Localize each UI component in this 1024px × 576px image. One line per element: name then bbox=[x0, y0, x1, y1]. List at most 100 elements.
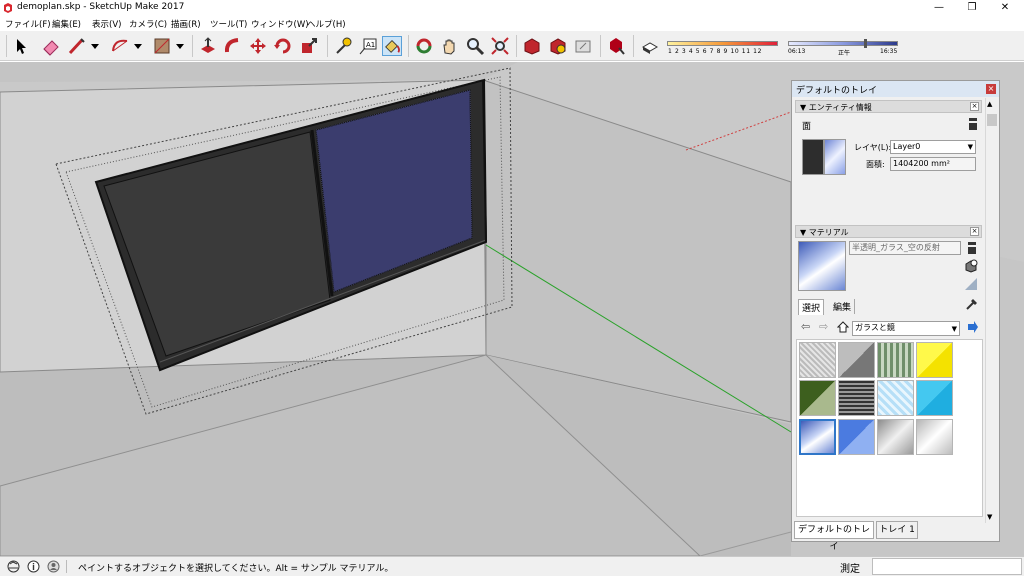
menu-help[interactable]: ヘルプ(H) bbox=[307, 18, 346, 30]
material-swatch[interactable] bbox=[877, 380, 914, 416]
minimize-button[interactable]: — bbox=[922, 0, 956, 16]
materials-header[interactable]: ▼ マテリアル × bbox=[795, 225, 982, 238]
line-dropdown-icon[interactable] bbox=[89, 36, 101, 56]
window-title: demoplan.skp - SketchUp Make 2017 bbox=[17, 2, 185, 12]
material-swatch[interactable] bbox=[877, 342, 914, 378]
material-swatch[interactable] bbox=[838, 342, 875, 378]
material-swatch-selected[interactable] bbox=[799, 419, 836, 455]
move-tool-icon[interactable] bbox=[248, 36, 268, 56]
status-message: ペイントするオブジェクトを選択してください。Alt = サンプル マテリアル。 bbox=[78, 564, 394, 574]
scale-tool-icon[interactable] bbox=[299, 36, 319, 56]
geolocation-icon[interactable] bbox=[7, 560, 20, 573]
detail-toggle-icon[interactable] bbox=[968, 118, 978, 130]
extension-warehouse-icon[interactable] bbox=[548, 36, 568, 56]
back-icon[interactable]: ⇦ bbox=[801, 320, 810, 333]
share-model-icon[interactable] bbox=[573, 36, 593, 56]
layer-select[interactable]: Layer0 ▼ bbox=[890, 140, 976, 154]
month-label: 10 bbox=[730, 48, 740, 55]
text-tool-icon[interactable]: A1 bbox=[358, 36, 378, 56]
maximize-button[interactable]: ❐ bbox=[955, 0, 989, 16]
material-swatch[interactable] bbox=[916, 419, 953, 455]
menu-tools[interactable]: ツール(T) bbox=[210, 18, 247, 30]
user-icon[interactable] bbox=[47, 560, 60, 573]
detail-toggle-icon[interactable] bbox=[966, 242, 978, 254]
rotate-tool-icon[interactable] bbox=[273, 36, 293, 56]
paint-bucket-tool-icon[interactable] bbox=[382, 36, 402, 56]
scroll-down-icon[interactable]: ▼ bbox=[987, 513, 992, 521]
material-swatch[interactable] bbox=[799, 342, 836, 378]
arc-tool-icon[interactable] bbox=[110, 36, 130, 56]
details-arrow-icon[interactable] bbox=[966, 321, 978, 333]
home-icon[interactable] bbox=[837, 321, 849, 333]
close-panel-icon[interactable]: × bbox=[970, 227, 979, 236]
ruby-extension-icon[interactable] bbox=[606, 36, 626, 56]
scrollbar-thumb[interactable] bbox=[987, 114, 997, 126]
entity-type: 面 bbox=[802, 122, 812, 132]
tab-tray-1[interactable]: トレイ 1 bbox=[876, 521, 918, 539]
tray-scrollbar[interactable]: ▲ ▼ bbox=[985, 98, 998, 523]
arc-dropdown-icon[interactable] bbox=[132, 36, 144, 56]
menu-file[interactable]: ファイル(F) bbox=[5, 18, 51, 30]
pan-tool-icon[interactable] bbox=[439, 36, 459, 56]
material-library-select[interactable]: ガラスと鏡 ▼ bbox=[852, 321, 960, 336]
material-swatch[interactable] bbox=[799, 380, 836, 416]
chevron-down-icon: ▼ bbox=[951, 325, 957, 333]
material-swatch[interactable] bbox=[838, 380, 875, 416]
close-window-button[interactable]: ✕ bbox=[988, 0, 1022, 16]
shadows-toggle-icon[interactable] bbox=[640, 36, 660, 56]
tape-measure-tool-icon[interactable] bbox=[333, 36, 353, 56]
material-swatch[interactable] bbox=[877, 419, 914, 455]
material-swatch[interactable] bbox=[916, 380, 953, 416]
entity-info-header[interactable]: ▼ エンティティ情報 × bbox=[795, 100, 982, 113]
month-label: 11 bbox=[741, 48, 751, 55]
zoom-tool-icon[interactable] bbox=[465, 36, 485, 56]
tab-edit[interactable]: 編集 bbox=[830, 299, 856, 314]
menu-edit[interactable]: 編集(E) bbox=[52, 18, 81, 30]
material-swatch[interactable] bbox=[916, 342, 953, 378]
menu-view[interactable]: 表示(V) bbox=[92, 18, 121, 30]
close-panel-icon[interactable]: × bbox=[970, 102, 979, 111]
back-face-material-swatch[interactable] bbox=[824, 139, 846, 175]
scroll-up-icon[interactable]: ▲ bbox=[987, 100, 992, 108]
svg-text:A1: A1 bbox=[366, 41, 375, 49]
eraser-tool-icon[interactable] bbox=[41, 36, 61, 56]
toolbar-separator bbox=[633, 35, 634, 57]
measurements-input[interactable] bbox=[872, 558, 1022, 575]
tray-close-icon[interactable]: × bbox=[986, 84, 996, 94]
zoom-extents-tool-icon[interactable] bbox=[490, 36, 510, 56]
tray-titlebar[interactable]: デフォルトのトレイ × bbox=[792, 81, 999, 97]
tab-default-tray[interactable]: デフォルトのトレイ bbox=[794, 521, 874, 552]
material-library: ガラスと鏡 bbox=[855, 323, 895, 332]
shadow-date-slider[interactable] bbox=[667, 39, 778, 48]
front-face-material-swatch[interactable] bbox=[802, 139, 824, 175]
follow-me-tool-icon[interactable] bbox=[223, 36, 243, 56]
default-material-icon[interactable] bbox=[964, 277, 978, 291]
select-tool-icon[interactable] bbox=[11, 36, 31, 56]
push-pull-tool-icon[interactable] bbox=[198, 36, 218, 56]
3d-warehouse-icon[interactable] bbox=[522, 36, 542, 56]
tab-select[interactable]: 選択 bbox=[798, 299, 825, 315]
menu-camera[interactable]: カメラ(C) bbox=[129, 18, 167, 30]
orbit-tool-icon[interactable] bbox=[414, 36, 434, 56]
shape-dropdown-icon[interactable] bbox=[174, 36, 186, 56]
default-tray: デフォルトのトレイ × ▼ エンティティ情報 × 面 レイヤ(L): Layer… bbox=[791, 80, 1000, 552]
forward-icon[interactable]: ⇨ bbox=[819, 320, 828, 333]
menu-window[interactable]: ウィンドウ(W) bbox=[251, 18, 309, 30]
sample-paint-icon[interactable] bbox=[965, 297, 979, 311]
line-tool-icon[interactable] bbox=[67, 36, 87, 56]
menu-draw[interactable]: 描画(R) bbox=[171, 18, 201, 30]
shadow-time-thumb[interactable] bbox=[864, 39, 867, 48]
status-bar: ペイントするオブジェクトを選択してください。Alt = サンプル マテリアル。 … bbox=[0, 556, 1024, 576]
toolbar-separator bbox=[516, 35, 517, 57]
layer-label: レイヤ(L): bbox=[854, 143, 892, 152]
create-material-icon[interactable] bbox=[964, 259, 978, 273]
month-label: 5 bbox=[695, 48, 701, 55]
shadow-time-slider[interactable] bbox=[788, 39, 898, 48]
chevron-down-icon: ▼ bbox=[967, 143, 973, 151]
collapse-icon: ▼ bbox=[800, 228, 809, 237]
rectangle-tool-icon[interactable] bbox=[152, 36, 172, 56]
info-icon[interactable] bbox=[27, 560, 40, 573]
material-name-field[interactable]: 半透明_ガラス_空の反射 bbox=[849, 241, 961, 255]
toolbar-grip bbox=[6, 35, 7, 57]
material-swatch[interactable] bbox=[838, 419, 875, 455]
